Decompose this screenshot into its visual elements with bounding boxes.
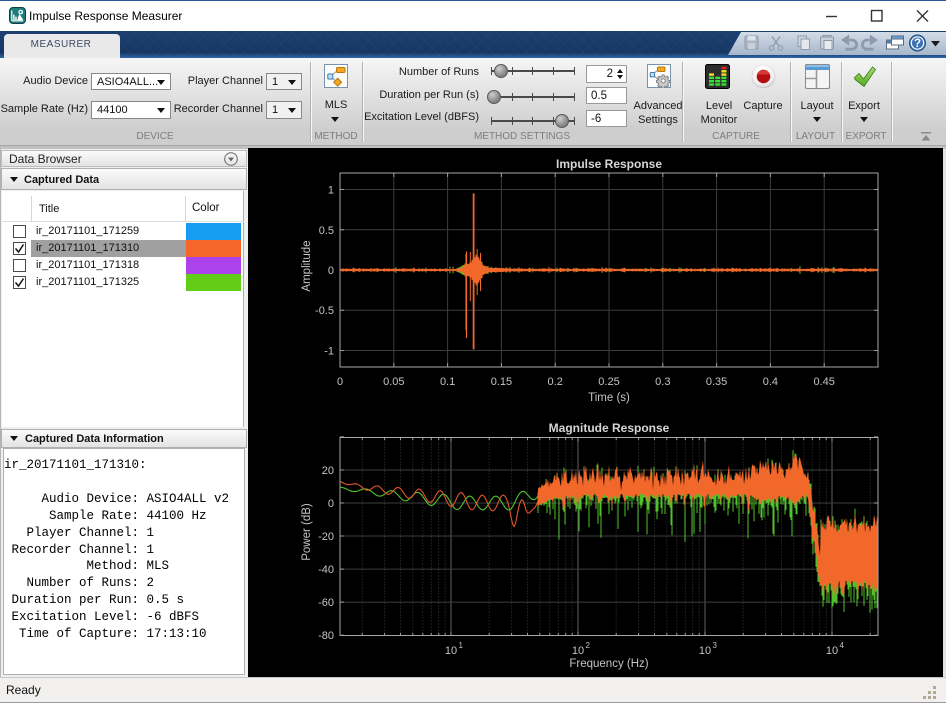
svg-text:4: 4 xyxy=(840,641,845,650)
svg-text:0.4: 0.4 xyxy=(763,376,778,388)
svg-text:0.1: 0.1 xyxy=(440,376,455,388)
svg-text:?: ? xyxy=(914,38,921,50)
svg-text:0.5: 0.5 xyxy=(319,225,334,237)
svg-text:-20: -20 xyxy=(318,531,334,543)
svg-text:Time (s): Time (s) xyxy=(588,392,630,404)
svg-text:Magnitude Response: Magnitude Response xyxy=(549,421,670,435)
svg-text:Impulse Response: Impulse Response xyxy=(556,157,662,171)
svg-text:0: 0 xyxy=(337,376,343,388)
svg-text:1: 1 xyxy=(328,185,334,197)
svg-text:0.2: 0.2 xyxy=(548,376,563,388)
svg-text:0: 0 xyxy=(328,498,334,510)
svg-text:Amplitude: Amplitude xyxy=(301,240,313,291)
svg-text:-60: -60 xyxy=(318,597,334,609)
svg-text:0.05: 0.05 xyxy=(383,376,404,388)
svg-text:10: 10 xyxy=(572,645,584,657)
svg-text:Frequency (Hz): Frequency (Hz) xyxy=(569,658,648,670)
svg-text:20: 20 xyxy=(322,465,334,477)
svg-text:10: 10 xyxy=(445,645,457,657)
svg-text:-1: -1 xyxy=(324,346,334,358)
svg-text:0.25: 0.25 xyxy=(598,376,619,388)
svg-text:0.3: 0.3 xyxy=(655,376,670,388)
svg-text:Power (dB): Power (dB) xyxy=(301,503,313,561)
svg-text:0.45: 0.45 xyxy=(813,376,834,388)
svg-text:10: 10 xyxy=(826,645,838,657)
svg-text:-40: -40 xyxy=(318,564,334,576)
svg-text:-80: -80 xyxy=(318,630,334,642)
svg-text:10: 10 xyxy=(699,645,711,657)
svg-text:3: 3 xyxy=(713,641,718,650)
svg-text:-0.5: -0.5 xyxy=(315,305,334,317)
svg-text:2: 2 xyxy=(586,641,591,650)
svg-text:0: 0 xyxy=(328,265,334,277)
svg-text:1: 1 xyxy=(459,641,464,650)
svg-text:0.35: 0.35 xyxy=(706,376,727,388)
svg-text:0.15: 0.15 xyxy=(491,376,512,388)
